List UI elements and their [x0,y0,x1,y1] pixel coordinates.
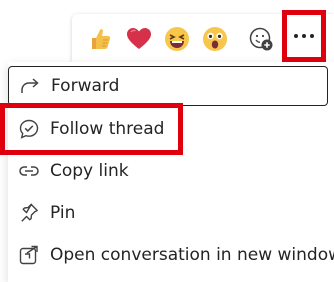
menu-item-label: Copy link [50,161,129,181]
menu-item-label: Pin [50,203,76,223]
menu-item-label: Open conversation in new window [50,245,334,265]
heart-emoji-icon[interactable] [124,24,154,54]
thumbs-up-emoji-icon[interactable] [86,24,116,54]
menu-item-forward[interactable]: Forward [8,66,328,106]
open-new-window-icon [18,244,40,266]
follow-thread-highlight [0,103,183,155]
menu-item-pin[interactable]: Pin [8,193,328,233]
context-menu: Forward Follow thread Copy link Pin Open… [8,62,334,282]
pin-icon [18,202,40,224]
laughing-emoji-icon[interactable] [162,24,192,54]
menu-item-open-conversation-new-window[interactable]: Open conversation in new window [8,235,334,275]
menu-item-label: Forward [51,76,120,96]
more-options-icon [294,34,314,38]
top-edge [0,0,334,6]
more-options-button[interactable] [282,10,326,62]
forward-arrow-icon [19,75,41,97]
menu-item-copy-link[interactable]: Copy link [8,151,328,191]
link-icon [18,160,40,182]
surprised-emoji-icon[interactable] [200,24,230,54]
add-emoji-icon[interactable] [246,24,276,54]
